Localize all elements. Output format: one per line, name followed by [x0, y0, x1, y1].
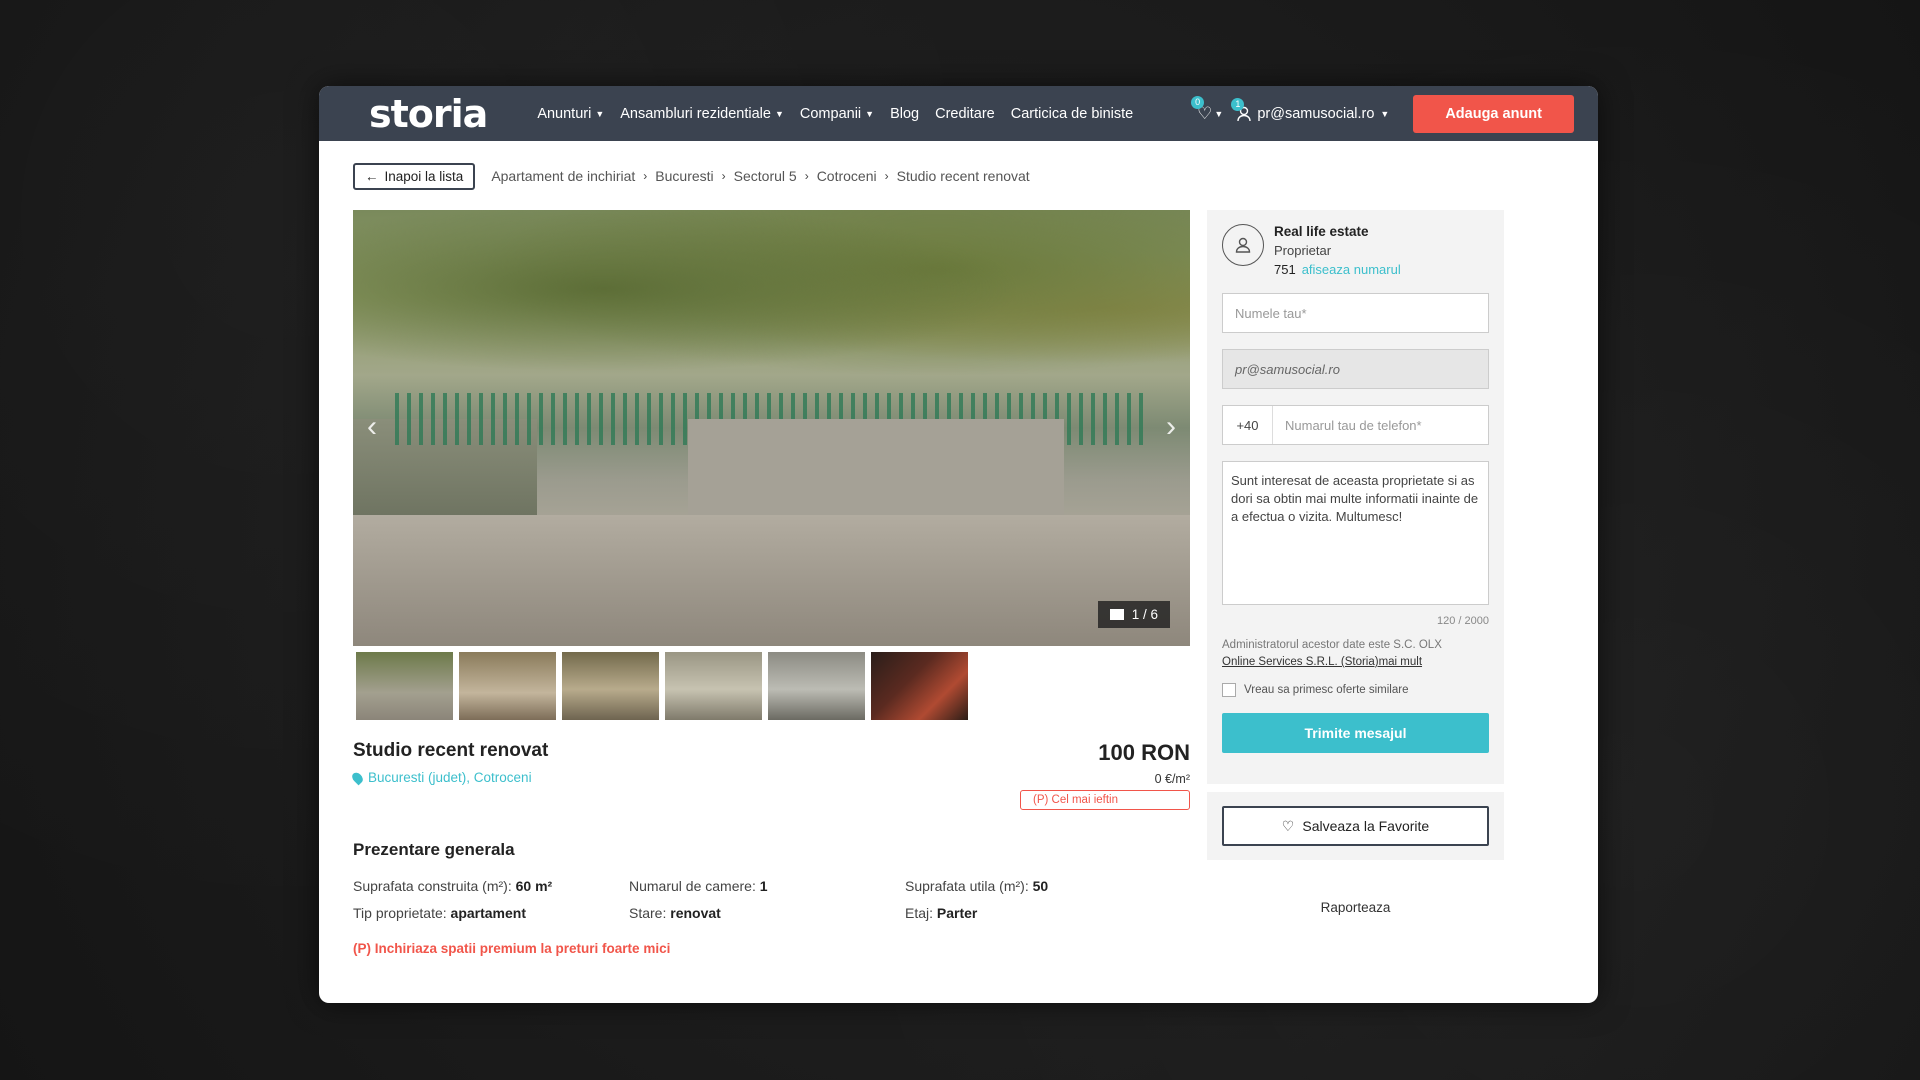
listing-header: Studio recent renovat Bucuresti (judet),…	[350, 740, 1190, 810]
arrow-left-icon: ←	[365, 168, 379, 184]
nav-anunturi[interactable]: Anunturi ▼	[537, 106, 604, 122]
agent-card: Real life estate Proprietar 751 afiseaza …	[1222, 224, 1489, 277]
breadcrumb-current: Studio recent renovat	[896, 168, 1030, 184]
caret-down-icon: ▼	[1214, 108, 1224, 119]
nav-right: 0 ♡ ▼ 1 pr@samusocial.ro ▼ Adauga anunt	[1191, 94, 1574, 133]
map-pin-icon	[350, 770, 365, 785]
agent-phone: 751 afiseaza numarul	[1274, 262, 1401, 277]
price-block: 100 RON 0 €/m² (P) Cel mai ieftin	[1020, 740, 1190, 810]
photo-gallery[interactable]: ‹ › 1 / 6	[353, 210, 1190, 646]
spec-item: Numarul de camere: 1	[629, 878, 768, 894]
nav-carticica[interactable]: Carticica de biniste	[1011, 106, 1134, 122]
heart-icon: ♡	[1281, 817, 1295, 834]
nav-creditare[interactable]: Creditare	[935, 106, 995, 122]
report-link[interactable]: Raporteaza	[1207, 900, 1504, 915]
breadcrumb-bar: ← Inapoi la lista Apartament de inchiria…	[319, 141, 1598, 191]
listing-title: Studio recent renovat	[353, 740, 549, 761]
price-promo-tag[interactable]: (P) Cel mai ieftin	[1020, 790, 1190, 810]
caret-down-icon: ▼	[595, 108, 605, 119]
contact-sidebar: Real life estate Proprietar 751 afiseaza …	[1207, 210, 1504, 915]
thumbnail[interactable]	[871, 652, 968, 720]
char-counter: 120 / 2000	[1437, 615, 1489, 627]
chevron-right-icon: ›	[884, 169, 889, 183]
listing-main: ‹ › 1 / 6 Studio recent renovat Bucurest…	[350, 210, 1190, 956]
listing-location[interactable]: Bucuresti (judet), Cotroceni	[350, 770, 548, 785]
thumbnail[interactable]	[459, 652, 556, 720]
caret-down-icon: ▼	[1380, 108, 1390, 119]
show-number-link[interactable]: afiseaza numarul	[1302, 262, 1401, 277]
phone-input[interactable]: +40 Numarul tau de telefon*	[1222, 405, 1489, 445]
photo-counter: 1 / 6	[1097, 601, 1170, 628]
favorites-menu[interactable]: 0 ♡ ▼	[1191, 95, 1224, 124]
specs-grid: Suprafata construita (m²): 60 m² Numarul…	[353, 878, 1190, 921]
favorites-count-badge: 0	[1191, 95, 1205, 109]
avatar	[1222, 224, 1264, 266]
spec-item: Stare: renovat	[629, 905, 721, 921]
name-input[interactable]: Numele tau*	[1222, 293, 1489, 333]
premium-promo-link[interactable]: (P) Inchiriaza spatii premium la preturi…	[353, 941, 1190, 956]
phone-placeholder: Numarul tau de telefon*	[1285, 417, 1422, 433]
caret-down-icon: ▼	[865, 108, 875, 119]
nav-ansambluri[interactable]: Ansambluri rezidentiale ▼	[620, 106, 784, 122]
thumbnail[interactable]	[356, 652, 453, 720]
user-email: pr@samusocial.ro	[1257, 105, 1375, 122]
send-message-button[interactable]: Trimite mesajul	[1222, 713, 1489, 753]
top-navbar: storia Anunturi ▼ Ansambluri rezidentiale…	[319, 86, 1598, 141]
agent-name: Real life estate	[1274, 224, 1369, 239]
chevron-right-icon: ›	[721, 169, 726, 183]
browser-window: storia Anunturi ▼ Ansambluri rezidentiale…	[319, 86, 1598, 1003]
admin-more-link[interactable]: Online Services S.R.L. (Storia)mai mult	[1222, 656, 1422, 668]
gallery-prev-icon[interactable]: ‹	[367, 410, 377, 444]
save-favorite-button[interactable]: ♡ Salveaza la Favorite	[1222, 806, 1489, 846]
user-menu[interactable]: 1 pr@samusocial.ro ▼	[1231, 97, 1390, 122]
photo-icon	[1109, 609, 1124, 620]
nav-companii[interactable]: Companii ▼	[800, 106, 874, 122]
nav-blog[interactable]: Blog	[890, 106, 919, 122]
spec-item: Suprafata utila (m²): 50	[905, 878, 1049, 894]
spec-item: Etaj: Parter	[905, 905, 978, 921]
thumbnail[interactable]	[665, 652, 762, 720]
thumbnail[interactable]	[562, 652, 659, 720]
country-code[interactable]: +40	[1223, 406, 1273, 444]
chevron-right-icon: ›	[643, 169, 648, 183]
add-listing-button[interactable]: Adauga anunt	[1413, 94, 1574, 133]
message-textarea[interactable]: Sunt interesat de aceasta proprietate si…	[1222, 461, 1489, 605]
gallery-next-icon[interactable]: ›	[1166, 410, 1176, 444]
spec-item: Suprafata construita (m²): 60 m²	[353, 878, 553, 894]
data-admin-note: Administratorul acestor date este S.C. O…	[1222, 639, 1442, 668]
contact-form: Real life estate Proprietar 751 afiseaza …	[1207, 210, 1504, 784]
main-nav: Anunturi ▼ Ansambluri rezidentiale ▼ Compa…	[537, 106, 1133, 122]
thumbnail-strip	[353, 652, 1190, 720]
user-icon	[1235, 237, 1251, 253]
breadcrumb-item[interactable]: Apartament de inchiriat	[491, 168, 635, 184]
overview-title: Prezentare generala	[353, 840, 515, 859]
favorite-box: ♡ Salveaza la Favorite	[1207, 792, 1504, 860]
similar-offers-checkbox[interactable]	[1222, 683, 1236, 697]
storia-logo[interactable]: storia	[369, 92, 488, 136]
breadcrumb: Apartament de inchiriat › Bucuresti › Se…	[491, 168, 1029, 184]
email-field[interactable]: pr@samusocial.ro	[1222, 349, 1489, 389]
spec-item: Tip proprietate: apartament	[353, 905, 526, 921]
agent-role: Proprietar	[1274, 243, 1332, 258]
caret-down-icon: ▼	[774, 108, 784, 119]
similar-offers-row[interactable]: Vreau sa primesc oferte similare	[1222, 683, 1489, 697]
breadcrumb-item[interactable]: Cotroceni	[817, 168, 877, 184]
user-count-badge: 1	[1231, 97, 1245, 111]
thumbnail[interactable]	[768, 652, 865, 720]
breadcrumb-item[interactable]: Bucuresti	[655, 168, 713, 184]
listing-price: 100 RON	[1098, 740, 1190, 765]
chevron-right-icon: ›	[804, 169, 809, 183]
breadcrumb-item[interactable]: Sectorul 5	[734, 168, 797, 184]
price-per-m2: 0 €/m²	[1154, 772, 1190, 786]
back-to-list-button[interactable]: ← Inapoi la lista	[353, 162, 476, 190]
